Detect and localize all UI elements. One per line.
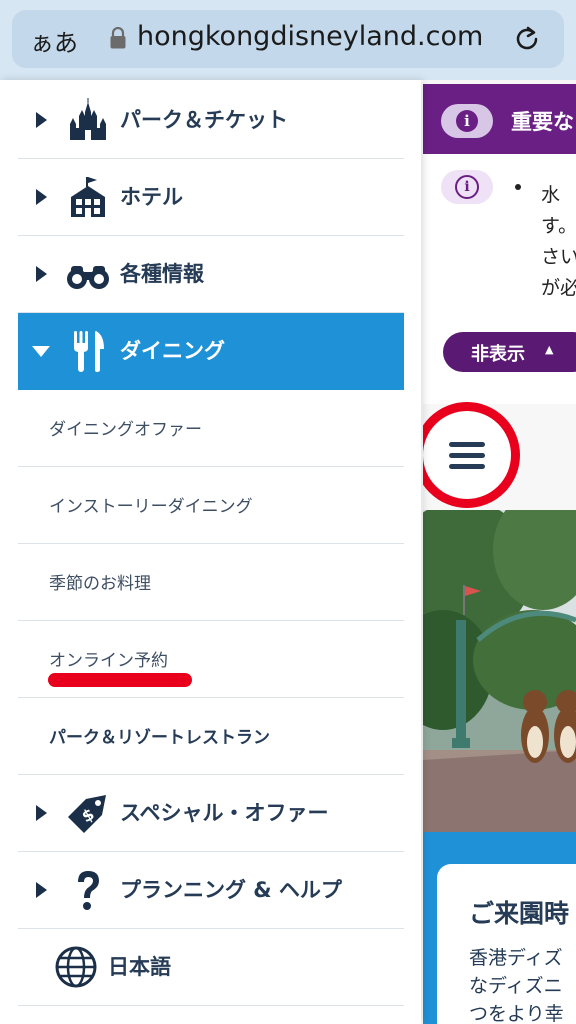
notice-line: さい [541,246,576,268]
chevron-right-icon [36,112,47,128]
menu-item-label: スペシャル・オファー [120,801,329,825]
browser-toolbar: ぁあ hongkongdisneyland.com [0,0,576,80]
side-navigation-menu: パーク＆チケット ホテル 各種情報 ダイニング ダイニングオファー インストーリ… [0,80,421,1024]
alert-info-badge: i [441,104,493,138]
alert-title: 重要な [511,110,574,134]
notice-line: す。 [541,215,576,237]
info-title: ご来園時 [469,899,570,928]
page-content: i 重要な i 水 す。 さい が必 非表示 ▲ ご来園時 香港ディズ なディズ… [423,80,576,1024]
menu-item-special-offers[interactable]: $ スペシャル・オファー [18,775,404,852]
fork-knife-icon [74,331,104,372]
submenu-item-label: ダイニングオファー [49,420,202,440]
submenu-item-park-resort-restaurants[interactable]: パーク＆リゾートレストラン [18,698,404,775]
highlight-underline [48,673,192,687]
hotel-icon [71,177,105,217]
info-line: なディズニ [469,975,563,997]
hero-photo [423,510,576,832]
info-icon: i [456,110,478,132]
binoculars-icon [67,266,109,289]
price-tag-icon: $ [68,795,106,833]
submenu-item-seasonal-dishes[interactable]: 季節のお料理 [18,544,404,621]
info-section: ご来園時 香港ディズ なディズニ つをより幸 [423,832,576,1024]
chevron-right-icon [36,266,47,282]
lock-icon [110,27,126,49]
text-size-button[interactable]: ぁあ [30,23,78,58]
submenu-item-in-story-dining[interactable]: インストーリーダイニング [18,467,404,544]
submenu-item-dining-offers[interactable]: ダイニングオファー [18,390,404,467]
menu-item-planning-help[interactable]: プランニング & ヘルプ [18,852,404,929]
notice-info-badge: i [441,170,493,204]
menu-item-label: パーク＆チケット [120,108,288,132]
submenu-item-label: オンライン予約 [49,651,168,671]
info-line: 香港ディズ [469,947,563,969]
question-mark-icon [78,871,99,910]
globe-icon [55,946,97,988]
info-card: ご来園時 香港ディズ なディズニ つをより幸 [437,864,576,1024]
bullet-dot [515,184,521,190]
reload-icon[interactable] [512,24,542,54]
hide-button-label: 非表示 [471,344,525,365]
chevron-right-icon [36,882,47,898]
info-body: 香港ディズ なディズニ つをより幸 [469,944,564,1024]
menu-item-dining[interactable]: ダイニング [18,313,404,390]
info-line: つをより幸 [469,1003,564,1024]
submenu-item-label: パーク＆リゾートレストラン [49,728,270,748]
notice-line: が必 [541,277,576,299]
menu-item-label: ダイニング [120,339,225,363]
info-outline-icon: i [455,175,479,199]
address-bar[interactable]: ぁあ hongkongdisneyland.com [12,10,564,68]
menu-item-label: 日本語 [108,955,171,979]
menu-item-hotel[interactable]: ホテル [18,159,404,236]
menu-item-park-tickets[interactable]: パーク＆チケット [18,82,404,159]
submenu-item-label: 季節のお料理 [49,574,151,594]
chevron-right-icon [36,189,47,205]
chevron-right-icon [36,805,47,821]
menu-item-information[interactable]: 各種情報 [18,236,404,313]
menu-item-label: 各種情報 [120,262,204,286]
hamburger-icon [449,442,485,470]
chevron-down-icon [32,346,50,357]
caret-up-icon: ▲ [545,343,554,356]
hide-notice-button[interactable]: 非表示 ▲ [443,332,576,372]
notice-text: 水 す。 さい が必 [541,180,576,304]
castle-icon [70,98,106,140]
url-text[interactable]: hongkongdisneyland.com [137,21,483,52]
submenu-item-label: インストーリーダイニング [49,497,253,517]
important-alert-bar: i 重要な [423,84,576,154]
menu-item-label: プランニング & ヘルプ [120,878,342,902]
notice-line: 水 [541,184,561,206]
menu-item-label: ホテル [120,185,183,209]
submenu-item-online-reservation[interactable]: オンライン予約 [18,621,404,698]
menu-item-language[interactable]: 日本語 [18,929,404,1006]
